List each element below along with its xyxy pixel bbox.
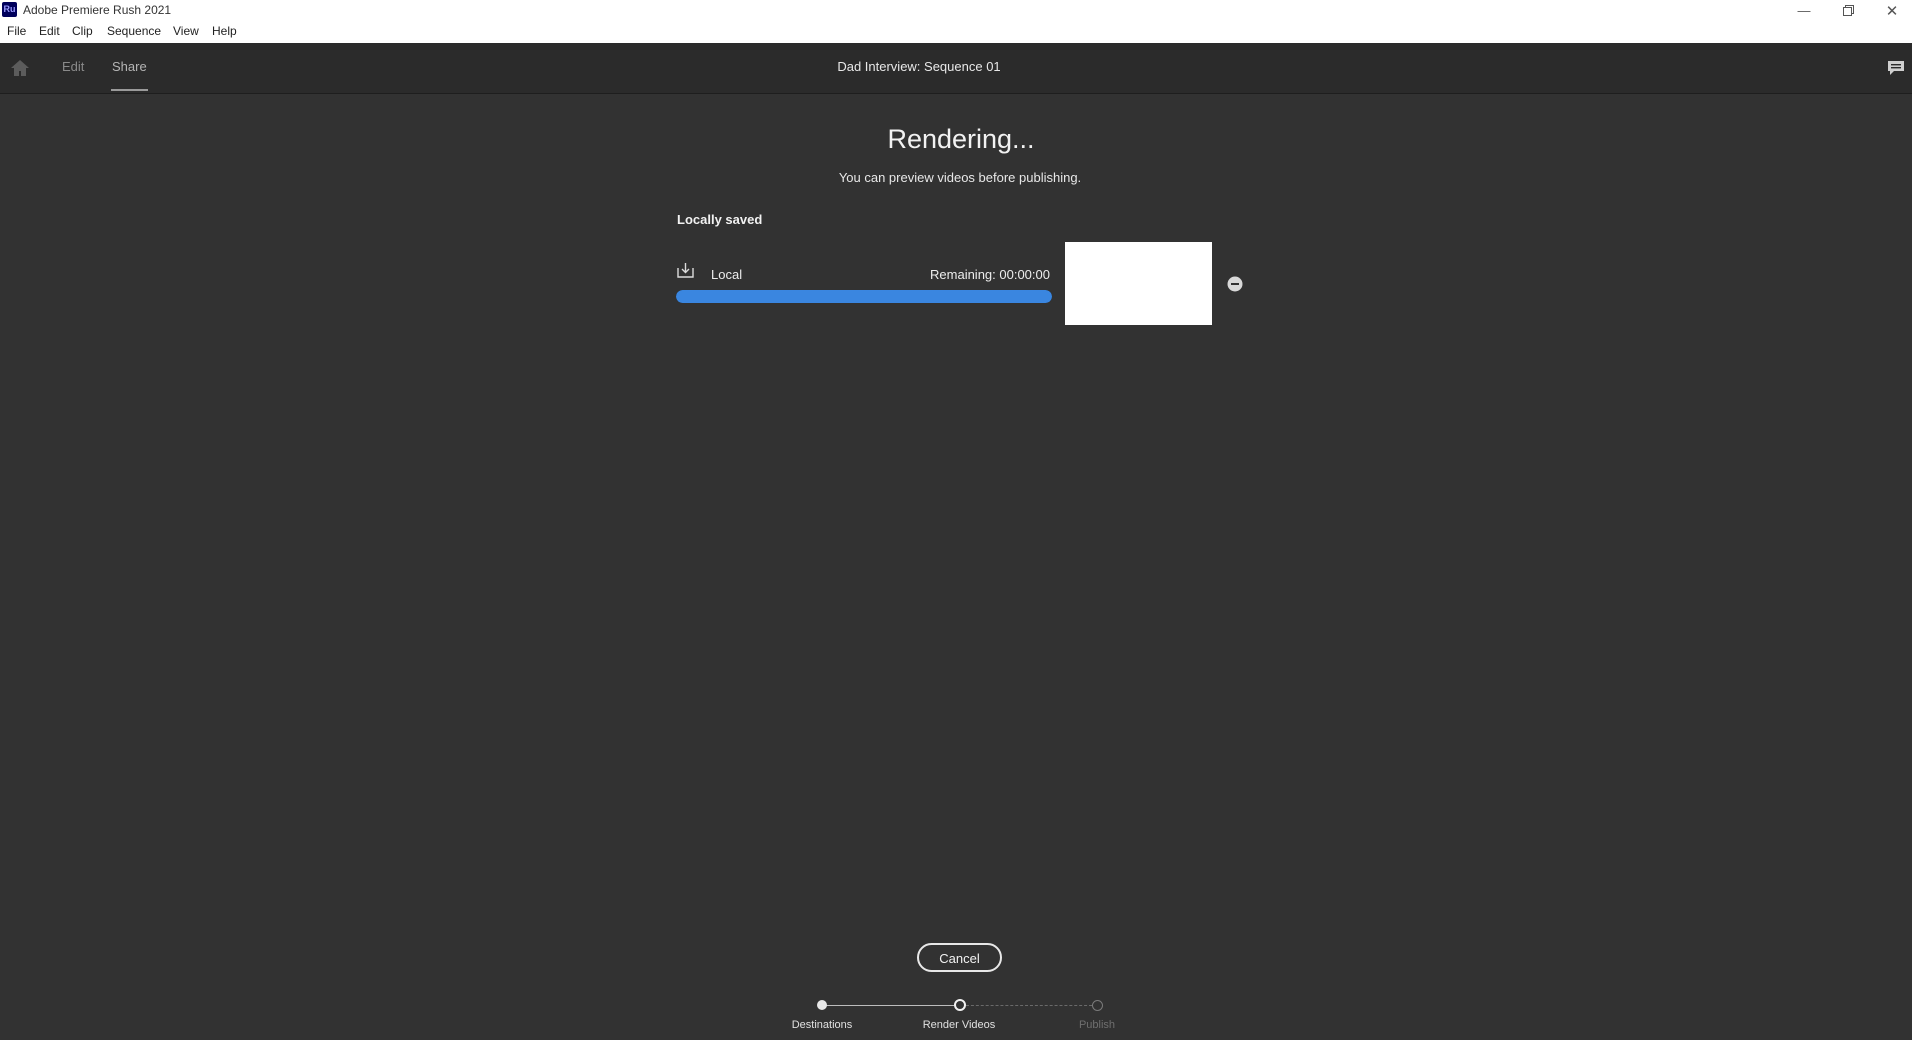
app-logo-icon: Ru (2, 2, 17, 17)
restore-icon[interactable] (1826, 0, 1870, 21)
menu-clip[interactable]: Clip (72, 24, 93, 38)
step-label-destinations: Destinations (791, 1019, 853, 1031)
minus-circle-icon[interactable] (1227, 276, 1243, 292)
page-heading: Rendering... (887, 124, 1035, 154)
step-dot-destinations (817, 1000, 827, 1010)
step-dot-publish (1092, 1000, 1103, 1011)
step-connector-completed (826, 1005, 954, 1006)
active-tab-indicator (111, 89, 148, 91)
step-label-render-videos: Render Videos (922, 1019, 996, 1031)
step-dot-render-videos (954, 999, 966, 1011)
render-progress-fill (676, 290, 1052, 303)
menu-file[interactable]: File (7, 24, 26, 38)
menu-bar: File Edit Clip Sequence View Help (0, 21, 1912, 44)
render-progress-bar (676, 290, 1052, 303)
destination-name: Local (711, 267, 743, 282)
page-subheading: You can preview videos before publishing… (838, 170, 1082, 185)
cancel-button[interactable]: Cancel (917, 943, 1002, 972)
menu-view[interactable]: View (173, 24, 199, 38)
section-label-locally-saved: Locally saved (677, 212, 763, 227)
chat-icon[interactable] (1887, 60, 1905, 76)
menu-edit[interactable]: Edit (39, 24, 60, 38)
menu-help[interactable]: Help (212, 24, 237, 38)
download-icon (677, 262, 694, 278)
close-icon[interactable]: ✕ (1870, 0, 1912, 21)
menu-sequence[interactable]: Sequence (107, 24, 161, 38)
step-label-publish: Publish (1078, 1019, 1116, 1031)
sequence-title: Dad Interview: Sequence 01 (837, 59, 1001, 74)
remaining-time: Remaining: 00:00:00 (930, 267, 1050, 282)
window-title: Adobe Premiere Rush 2021 (23, 3, 172, 17)
window-title-bar: Ru Adobe Premiere Rush 2021 — ✕ (0, 0, 1912, 21)
minimize-icon[interactable]: — (1782, 0, 1826, 21)
app-header: Edit Share Dad Interview: Sequence 01 (0, 43, 1912, 94)
video-preview-thumbnail[interactable] (1065, 242, 1212, 325)
step-connector-pending (966, 1005, 1092, 1006)
